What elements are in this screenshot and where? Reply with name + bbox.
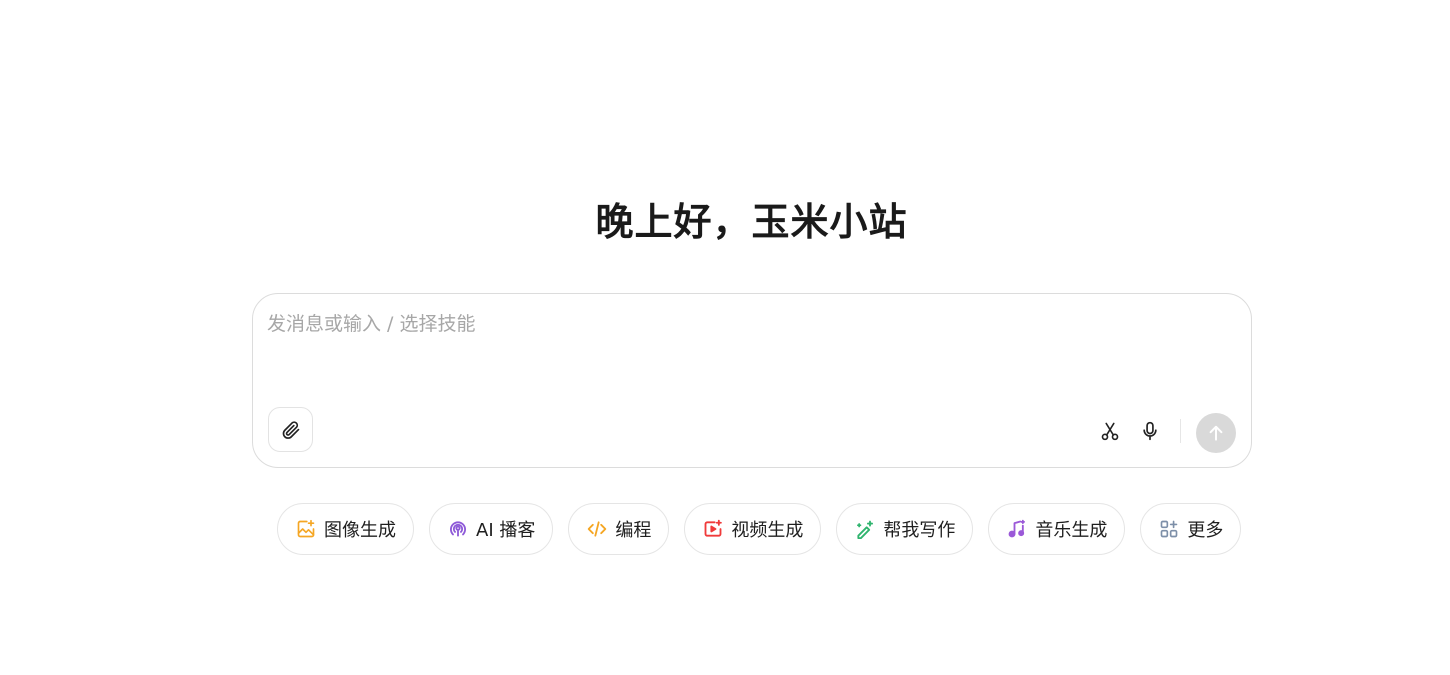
microphone-icon [1143, 421, 1157, 441]
skill-more[interactable]: 更多 [1140, 503, 1242, 555]
podcast-icon [450, 521, 466, 537]
pen-sparkle-icon [857, 520, 874, 539]
scissors-icon [1101, 422, 1119, 441]
music-note-icon [1008, 519, 1026, 538]
arrow-up-icon [1209, 425, 1223, 441]
skill-label: 图像生成 [324, 520, 396, 541]
message-composer [252, 293, 1252, 468]
message-input[interactable] [267, 310, 1227, 380]
paperclip-icon [282, 420, 299, 439]
video-play-icon [704, 519, 723, 537]
skill-label: 帮我写作 [883, 520, 956, 541]
voice-input-button[interactable] [1135, 416, 1165, 446]
grid-plus-icon [1161, 520, 1178, 538]
skill-image-generation[interactable]: 图像生成 [277, 503, 414, 555]
home-page: 晚上好，玉米小站 发消息或输入 / 选择技能 图像生成 AI 播客 编程 视频生… [0, 0, 1450, 675]
skill-ai-podcast[interactable]: AI 播客 [429, 503, 554, 555]
skill-writing[interactable]: 帮我写作 [836, 503, 974, 555]
skill-label: 编程 [615, 520, 652, 541]
image-sparkle-icon [297, 519, 315, 538]
skill-video-generation[interactable]: 视频生成 [684, 503, 822, 555]
skill-label: 音乐生成 [1035, 520, 1108, 541]
skill-coding[interactable]: 编程 [568, 503, 670, 555]
skill-music-generation[interactable]: 音乐生成 [988, 503, 1126, 555]
code-icon [588, 521, 607, 537]
screenshot-button[interactable] [1095, 416, 1125, 446]
greeting-title: 晚上好，玉米小站 [595, 200, 908, 244]
skill-label: 视频生成 [731, 520, 804, 541]
skill-label: AI 播客 [476, 520, 536, 541]
send-button[interactable] [1196, 413, 1236, 453]
skill-label: 更多 [1187, 520, 1224, 541]
toolbar-divider [1180, 419, 1181, 443]
skill-chips: 图像生成 AI 播客 编程 视频生成 帮我写作 音乐生成 更多 [277, 503, 1242, 555]
attach-file-button[interactable] [268, 407, 313, 452]
